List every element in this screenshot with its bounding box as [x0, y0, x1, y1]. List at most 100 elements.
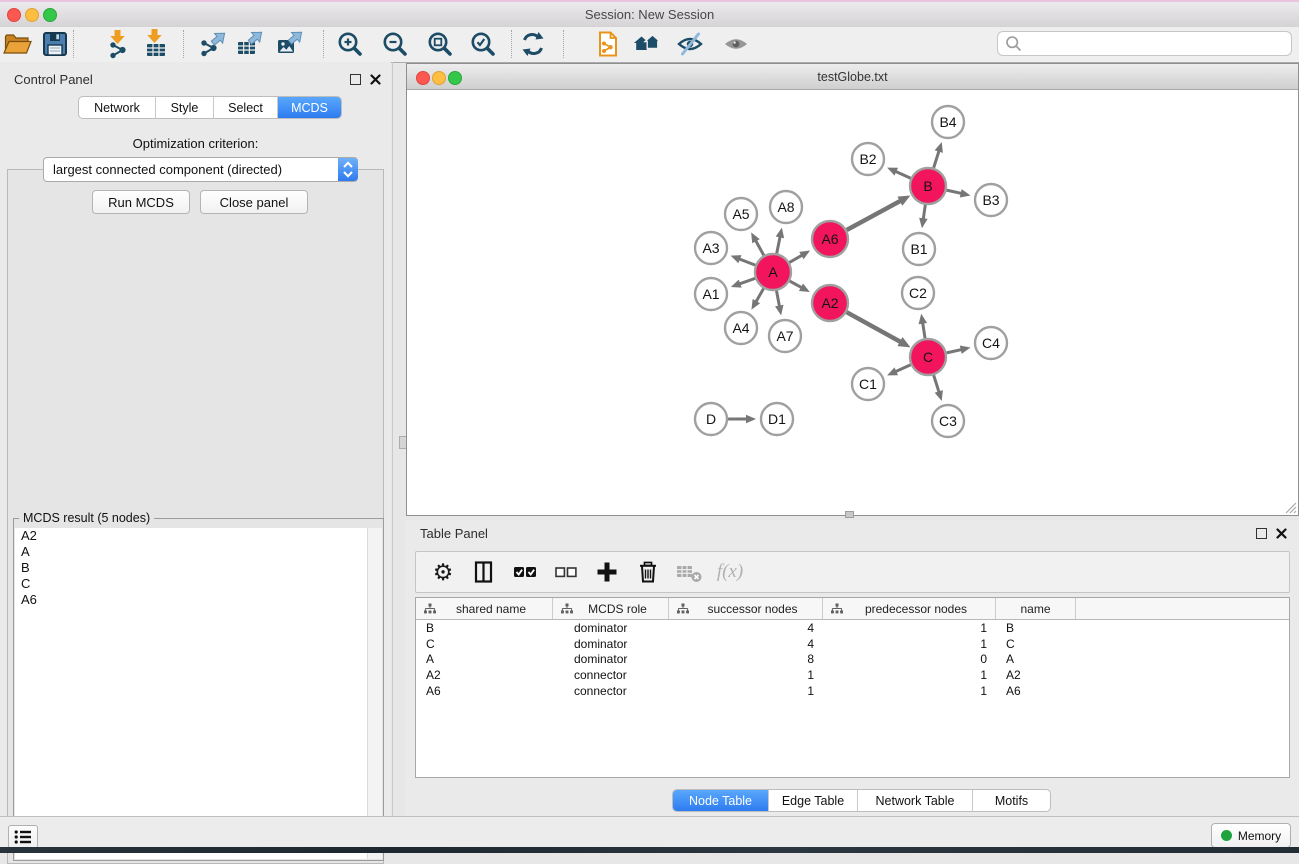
float-table-panel-icon[interactable] — [1256, 528, 1267, 539]
tab-mcds[interactable]: MCDS — [277, 97, 341, 118]
table-cell[interactable]: 1 — [823, 668, 996, 682]
table-cell[interactable]: 0 — [823, 652, 996, 666]
tab-edge-table[interactable]: Edge Table — [768, 790, 857, 811]
tab-motifs[interactable]: Motifs — [972, 790, 1050, 811]
table-cell[interactable]: 1 — [823, 621, 996, 635]
float-panel-icon[interactable] — [350, 74, 361, 85]
graph-node-B4[interactable]: B4 — [932, 106, 964, 138]
first-neighbors-button[interactable] — [631, 28, 663, 60]
zoom-fit-button[interactable] — [424, 28, 456, 60]
export-image-button[interactable] — [274, 28, 306, 60]
table-cell[interactable]: C — [996, 637, 1076, 651]
refresh-layout-button[interactable] — [517, 28, 549, 60]
table-cell[interactable]: dominator — [553, 652, 669, 666]
table-cell[interactable]: connector — [553, 684, 669, 698]
table-cell[interactable]: A — [416, 652, 553, 666]
graph-node-B3[interactable]: B3 — [975, 184, 1007, 216]
graph-node-B2[interactable]: B2 — [852, 143, 884, 175]
select-all-button[interactable] — [510, 557, 540, 587]
delete-table-button[interactable] — [674, 557, 704, 587]
optimization-criterion-select[interactable]: largest connected component (directed) — [43, 157, 358, 182]
graph-node-B1[interactable]: B1 — [903, 233, 935, 265]
table-cell[interactable]: 4 — [669, 621, 823, 635]
graph-node-A6[interactable]: A6 — [812, 221, 848, 257]
tab-style[interactable]: Style — [155, 97, 213, 118]
delete-column-button[interactable] — [633, 557, 663, 587]
graph-node-A8[interactable]: A8 — [770, 191, 802, 223]
table-cell[interactable]: connector — [553, 668, 669, 682]
table-cell[interactable]: C — [416, 637, 553, 651]
run-mcds-button[interactable]: Run MCDS — [92, 190, 190, 214]
table-cell[interactable]: B — [996, 621, 1076, 635]
graph-node-C3[interactable]: C3 — [932, 405, 964, 437]
result-scrollbar[interactable] — [367, 528, 382, 859]
graph-node-C2[interactable]: C2 — [902, 277, 934, 309]
import-network-button[interactable] — [102, 28, 134, 60]
table-row[interactable]: A6connector11A6 — [416, 683, 1289, 699]
column-visibility-button[interactable] — [469, 557, 499, 587]
function-builder-button[interactable]: f(x) — [715, 557, 745, 587]
zoom-in-button[interactable] — [334, 28, 366, 60]
hide-graphics-details-button[interactable] — [720, 28, 752, 60]
table-cell[interactable]: B — [416, 621, 553, 635]
show-graphics-details-button[interactable] — [674, 28, 706, 60]
column-header-MCDS-role[interactable]: MCDS role — [553, 598, 669, 619]
graph-node-A5[interactable]: A5 — [725, 198, 757, 230]
new-network-from-selection-button[interactable] — [592, 28, 624, 60]
table-cell[interactable]: 1 — [669, 668, 823, 682]
graph-node-C[interactable]: C — [910, 339, 946, 375]
close-panel-button[interactable]: Close panel — [200, 190, 308, 214]
memory-button[interactable]: Memory — [1211, 823, 1291, 848]
table-cell[interactable]: A6 — [996, 684, 1076, 698]
tab-network[interactable]: Network — [79, 97, 155, 118]
window-bottom-handle[interactable] — [845, 511, 854, 518]
graph-node-D[interactable]: D — [695, 403, 727, 435]
table-mode-button[interactable]: ⚙ — [428, 557, 458, 587]
zoom-selected-button[interactable] — [467, 28, 499, 60]
table-cell[interactable]: 4 — [669, 637, 823, 651]
tab-select[interactable]: Select — [213, 97, 277, 118]
close-panel-icon[interactable] — [370, 74, 381, 85]
resize-grip-icon[interactable] — [1284, 501, 1297, 514]
table-cell[interactable]: A — [996, 652, 1076, 666]
close-table-panel-icon[interactable] — [1276, 528, 1287, 539]
column-header-name[interactable]: name — [996, 598, 1076, 619]
export-network-button[interactable] — [197, 28, 229, 60]
export-table-button[interactable] — [234, 28, 266, 60]
graph-node-A7[interactable]: A7 — [769, 320, 801, 352]
save-session-button[interactable] — [39, 28, 71, 60]
table-row[interactable]: Adominator80A — [416, 652, 1289, 668]
graph-node-A1[interactable]: A1 — [695, 278, 727, 310]
graph-node-B[interactable]: B — [910, 168, 946, 204]
table-row[interactable]: A2connector11A2 — [416, 667, 1289, 683]
graph-node-D1[interactable]: D1 — [761, 403, 793, 435]
table-row[interactable]: Bdominator41B — [416, 620, 1289, 636]
tab-node-table[interactable]: Node Table — [673, 790, 768, 811]
graph-node-C1[interactable]: C1 — [852, 368, 884, 400]
column-header-predecessor-nodes[interactable]: predecessor nodes — [823, 598, 996, 619]
table-cell[interactable]: 1 — [823, 684, 996, 698]
import-table-button[interactable] — [139, 28, 171, 60]
add-column-button[interactable] — [592, 557, 622, 587]
graph-node-A2[interactable]: A2 — [812, 285, 848, 321]
search-input[interactable] — [1026, 34, 1291, 54]
search-box[interactable] — [997, 31, 1292, 56]
table-cell[interactable]: A2 — [416, 668, 553, 682]
table-cell[interactable]: A2 — [996, 668, 1076, 682]
open-file-button[interactable] — [1, 28, 33, 60]
table-cell[interactable]: 1 — [823, 637, 996, 651]
graph-node-A3[interactable]: A3 — [695, 232, 727, 264]
table-cell[interactable]: 1 — [669, 684, 823, 698]
table-cell[interactable]: 8 — [669, 652, 823, 666]
deselect-all-button[interactable] — [551, 557, 581, 587]
graph-node-A[interactable]: A — [755, 254, 791, 290]
table-cell[interactable]: dominator — [553, 621, 669, 635]
show-panels-button[interactable] — [8, 825, 38, 849]
zoom-out-button[interactable] — [379, 28, 411, 60]
table-row[interactable]: Cdominator41C — [416, 636, 1289, 652]
tab-network-table[interactable]: Network Table — [857, 790, 972, 811]
graph-node-A4[interactable]: A4 — [725, 312, 757, 344]
column-header-successor-nodes[interactable]: successor nodes — [669, 598, 823, 619]
column-header-shared-name[interactable]: shared name — [416, 598, 553, 619]
graph-node-C4[interactable]: C4 — [975, 327, 1007, 359]
